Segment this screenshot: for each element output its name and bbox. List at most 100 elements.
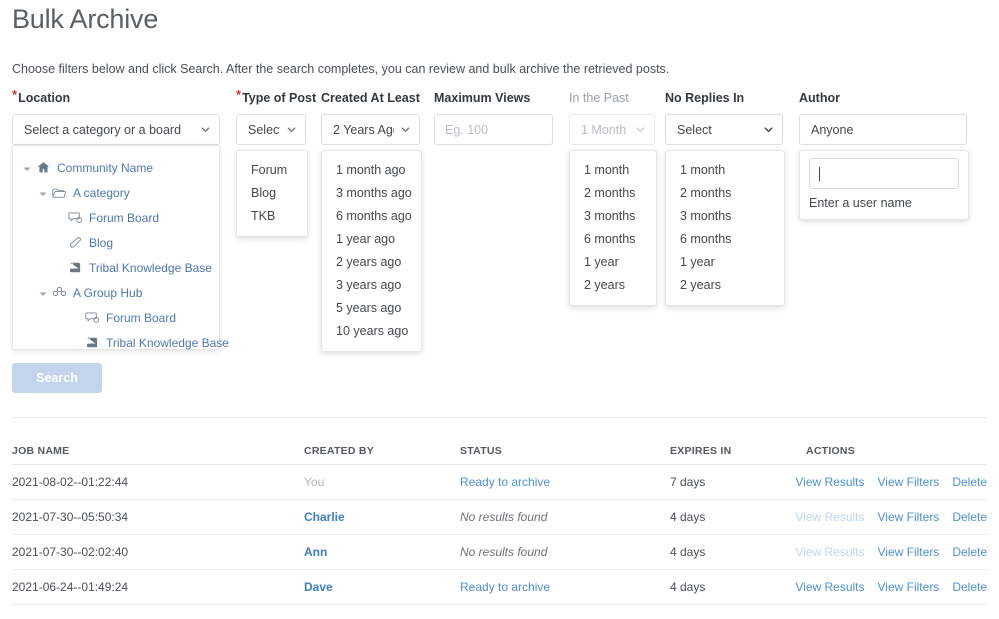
menu-item-replies-5[interactable]: 2 years [666, 274, 784, 297]
search-button[interactable]: Search [12, 363, 102, 393]
menu-item-created-3[interactable]: 1 year ago [322, 228, 421, 251]
cell-created-by[interactable]: Dave [304, 580, 333, 594]
author-name-input[interactable] [809, 158, 959, 189]
menu-item-created-4[interactable]: 2 years ago [322, 251, 421, 274]
tree-item-label: Forum Board [89, 210, 160, 225]
tree-item-label: A category [73, 185, 130, 200]
caret-down-icon[interactable] [38, 188, 48, 198]
section-divider [12, 417, 987, 418]
no-replies-in-value: Select [677, 122, 712, 137]
location-tree[interactable]: Community Name A category Forum Board Bl… [12, 145, 229, 350]
tree-item-label: A Group Hub [73, 285, 143, 300]
type-of-post-menu[interactable]: Forum Blog TKB [236, 150, 308, 237]
tree-item-blog[interactable]: Blog [13, 230, 219, 255]
view-results-link: View Results [795, 510, 865, 524]
tree-item-a-category[interactable]: A category [13, 180, 219, 205]
forum-icon [85, 311, 100, 325]
cell-status: No results found [460, 545, 548, 559]
menu-item-replies-1[interactable]: 2 months [666, 182, 784, 205]
cell-status: No results found [460, 510, 548, 524]
menu-item-replies-3[interactable]: 6 months [666, 228, 784, 251]
cell-created-by[interactable]: Charlie [304, 510, 345, 524]
tree-item-community-name[interactable]: Community Name [13, 155, 219, 180]
menu-item-past-3[interactable]: 6 months [570, 228, 656, 251]
cell-created-by: You [304, 475, 325, 489]
cell-expires-in: 4 days [670, 510, 706, 524]
table-header-row: JOB NAME CREATED BY STATUS EXPIRES IN AC… [12, 438, 987, 465]
chevron-down-icon [400, 124, 411, 135]
menu-item-replies-4[interactable]: 1 year [666, 251, 784, 274]
cell-status[interactable]: Ready to archive [460, 580, 550, 594]
delete-link[interactable]: Delete [952, 475, 987, 489]
menu-item-created-1[interactable]: 3 months ago [322, 182, 421, 205]
menu-item-past-2[interactable]: 3 months [570, 205, 656, 228]
menu-item-type-2[interactable]: TKB [237, 205, 307, 228]
cell-job-name: 2021-07-30--05:50:34 [12, 510, 129, 524]
menu-item-past-1[interactable]: 2 months [570, 182, 656, 205]
location-select-value: Select a category or a board [24, 122, 182, 137]
filter-created-at-least: Created At Least 2 Years Ago [321, 90, 420, 145]
cell-job-name: 2021-06-24--01:49:24 [12, 580, 129, 594]
menu-item-past-4[interactable]: 1 year [570, 251, 656, 274]
view-filters-link[interactable]: View Filters [878, 580, 940, 594]
column-header-job-name: JOB NAME [12, 445, 70, 457]
tree-item-label: Community Name [57, 160, 154, 175]
menu-item-past-5[interactable]: 2 years [570, 274, 656, 297]
cell-status[interactable]: Ready to archive [460, 475, 550, 489]
author-select[interactable]: Anyone [799, 114, 967, 145]
author-menu[interactable]: Enter a user name [799, 150, 969, 220]
maximum-views-input[interactable]: Eg. 100 [434, 114, 553, 145]
type-of-post-select[interactable]: Select [236, 114, 306, 145]
forum-icon [68, 211, 83, 225]
tree-item-forum-board-2[interactable]: Forum Board [13, 305, 219, 330]
menu-item-created-6[interactable]: 5 years ago [322, 297, 421, 320]
chevron-down-icon [763, 124, 774, 135]
author-label: Author [799, 91, 840, 105]
delete-link[interactable]: Delete [952, 580, 987, 594]
page-description: Choose filters below and click Search. A… [12, 62, 670, 76]
column-header-status: STATUS [460, 445, 502, 457]
delete-link[interactable]: Delete [952, 510, 987, 524]
caret-down-icon[interactable] [38, 288, 48, 298]
tree-item-label: Tribal Knowledge Base [106, 335, 229, 350]
tree-item-forum-board-1[interactable]: Forum Board [13, 205, 219, 230]
view-results-link[interactable]: View Results [795, 475, 864, 489]
menu-item-replies-2[interactable]: 3 months [666, 205, 784, 228]
delete-link[interactable]: Delete [952, 545, 987, 559]
location-select[interactable]: Select a category or a board [12, 114, 220, 145]
created-at-least-menu[interactable]: 1 month ago 3 months ago 6 months ago 1 … [321, 150, 422, 352]
created-at-least-select[interactable]: 2 Years Ago [321, 114, 420, 145]
menu-item-created-5[interactable]: 3 years ago [322, 274, 421, 297]
menu-item-replies-0[interactable]: 1 month [666, 159, 784, 182]
filter-author: Author Anyone [799, 90, 967, 145]
cell-expires-in: 4 days [670, 580, 706, 594]
in-the-past-value: 1 Month [581, 122, 627, 137]
table-row: 2021-07-30--05:50:34 Charlie No results … [12, 500, 987, 535]
view-filters-link[interactable]: View Filters [878, 545, 940, 559]
in-the-past-select[interactable]: 1 Month [569, 114, 655, 145]
in-the-past-menu[interactable]: 1 month 2 months 3 months 6 months 1 yea… [569, 150, 657, 306]
cell-created-by[interactable]: Ann [304, 545, 327, 559]
tree-item-a-group-hub[interactable]: A Group Hub [13, 280, 219, 305]
tree-item-tkb-1[interactable]: Tribal Knowledge Base [13, 255, 219, 280]
type-of-post-label: *Type of Post [236, 87, 317, 105]
no-replies-in-menu[interactable]: 1 month 2 months 3 months 6 months 1 yea… [665, 150, 785, 306]
required-asterisk-location: * [12, 87, 18, 102]
menu-item-created-0[interactable]: 1 month ago [322, 159, 421, 182]
menu-item-created-7[interactable]: 10 years ago [322, 320, 421, 343]
chevron-down-icon [635, 124, 646, 135]
author-hint: Enter a user name [809, 196, 912, 210]
column-header-expires-in: EXPIRES IN [670, 445, 732, 457]
jobs-table: JOB NAME CREATED BY STATUS EXPIRES IN AC… [12, 438, 987, 605]
view-filters-link[interactable]: View Filters [878, 475, 940, 489]
caret-down-icon[interactable] [22, 163, 32, 173]
menu-item-past-0[interactable]: 1 month [570, 159, 656, 182]
menu-item-type-1[interactable]: Blog [237, 182, 307, 205]
view-filters-link[interactable]: View Filters [878, 510, 940, 524]
menu-item-type-0[interactable]: Forum [237, 159, 307, 182]
tree-item-tkb-2[interactable]: Tribal Knowledge Base [13, 330, 229, 355]
text-cursor [819, 166, 820, 181]
menu-item-created-2[interactable]: 6 months ago [322, 205, 421, 228]
no-replies-in-select[interactable]: Select [665, 114, 783, 145]
view-results-link[interactable]: View Results [795, 580, 864, 594]
